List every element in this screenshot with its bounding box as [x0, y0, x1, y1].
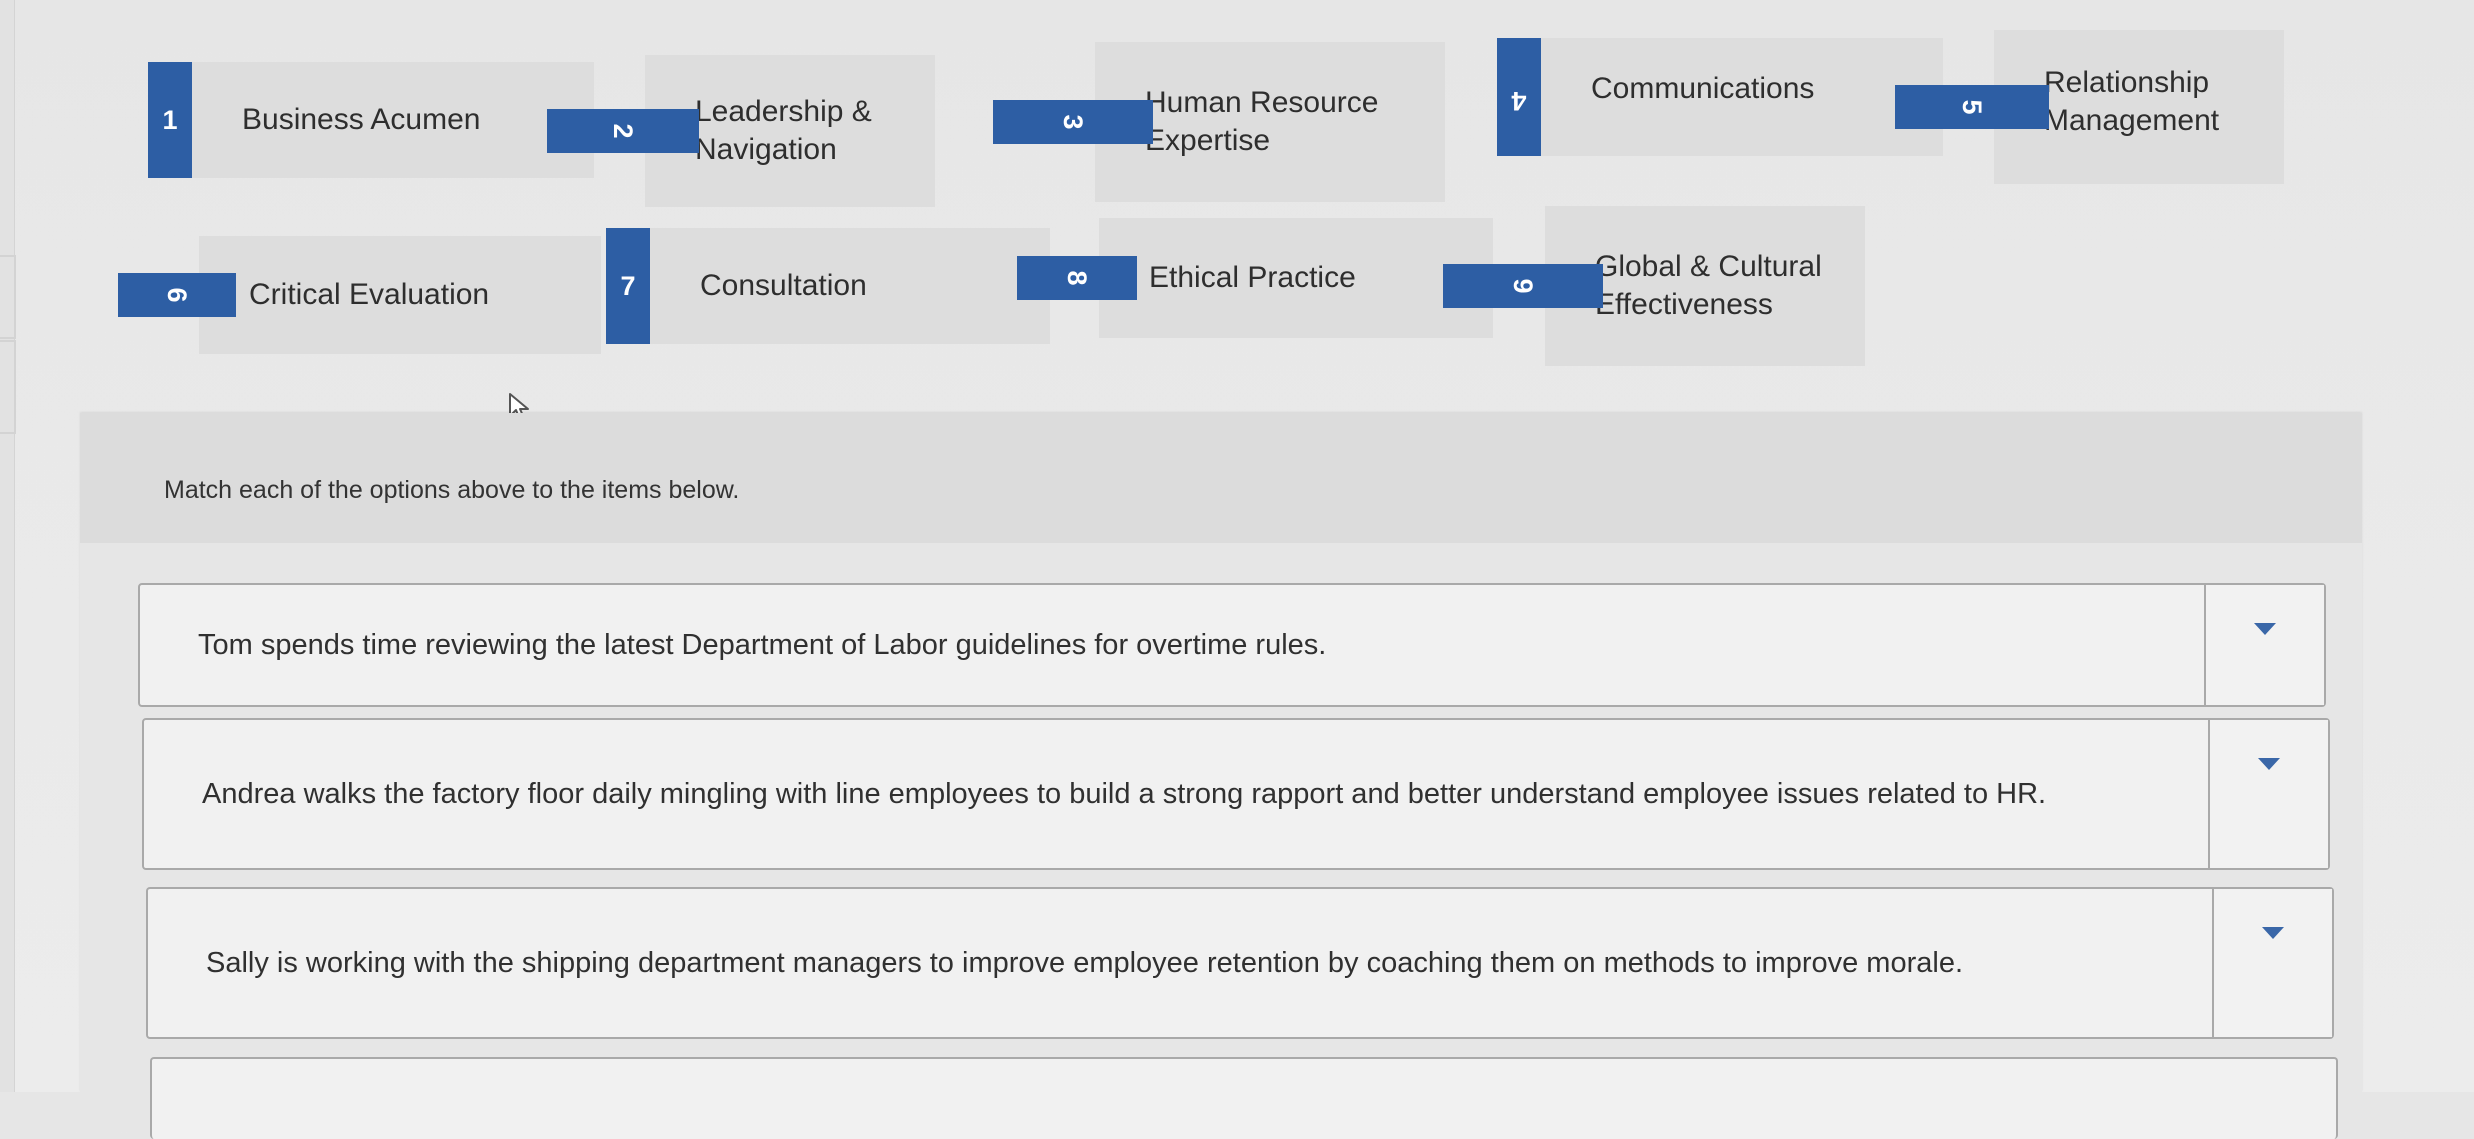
option-chip-6[interactable]: 6 Critical Evaluation: [118, 236, 601, 354]
matching-panel: Match each of the options above to the i…: [80, 413, 2362, 1139]
option-number-3: 3: [993, 100, 1153, 144]
instructions-text: Match each of the options above to the i…: [164, 476, 740, 504]
edge-notch: [0, 255, 16, 339]
option-chip-2[interactable]: 2 Leadership & Navigation: [547, 55, 1049, 207]
chevron-down-icon: [2258, 758, 2280, 770]
option-number-1: 1: [148, 62, 192, 178]
option-label-8: Ethical Practice: [1099, 218, 1493, 338]
option-number-2: 2: [547, 109, 699, 153]
option-label-6: Critical Evaluation: [199, 236, 601, 354]
window-edge: [0, 0, 16, 1092]
match-dropdown-3[interactable]: [2212, 889, 2332, 1037]
match-item-2: Andrea walks the factory floor daily min…: [142, 718, 2330, 870]
option-number-7: 7: [606, 228, 650, 344]
option-number-6: 6: [118, 273, 236, 317]
match-item-3: Sally is working with the shipping depar…: [146, 887, 2334, 1039]
chevron-down-icon: [2254, 623, 2276, 635]
option-number-9: 9: [1443, 264, 1603, 308]
option-chip-9[interactable]: 9 Global & Cultural Effectiveness: [1443, 206, 1945, 366]
option-label-1: Business Acumen: [192, 62, 594, 178]
option-chip-4[interactable]: 4 Communications: [1497, 38, 1943, 156]
option-chip-8[interactable]: 8 Ethical Practice: [1017, 218, 1493, 338]
edge-notch: [0, 340, 16, 434]
match-item-text: Tom spends time reviewing the latest Dep…: [198, 629, 1327, 661]
chevron-down-icon: [2262, 927, 2284, 939]
match-dropdown-1[interactable]: [2204, 585, 2324, 705]
option-chip-7[interactable]: 7 Consultation: [606, 228, 1050, 344]
match-item-text: Sally is working with the shipping depar…: [206, 947, 1964, 979]
option-chip-5[interactable]: 5 Relationship Management: [1895, 30, 2394, 184]
match-item-text: Andrea walks the factory floor daily min…: [202, 778, 2047, 810]
option-number-4: 4: [1497, 38, 1541, 156]
option-label-4: Communications: [1541, 38, 1943, 156]
option-number-5: 5: [1895, 85, 2049, 129]
match-item-4-partial: [150, 1057, 2338, 1139]
option-number-8: 8: [1017, 256, 1137, 300]
match-dropdown-2[interactable]: [2208, 720, 2328, 868]
option-label-7: Consultation: [650, 228, 1050, 344]
match-item-1: Tom spends time reviewing the latest Dep…: [138, 583, 2326, 707]
option-chip-1[interactable]: 1 Business Acumen: [148, 62, 594, 178]
option-chip-3[interactable]: 3 Human Resource Expertise: [993, 42, 1491, 202]
